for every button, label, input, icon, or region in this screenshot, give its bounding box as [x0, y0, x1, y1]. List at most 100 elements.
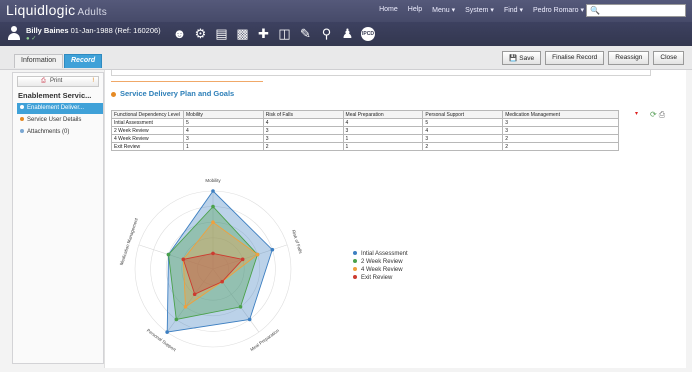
data-point — [181, 257, 186, 262]
search-input[interactable]: 🔍 — [586, 4, 686, 17]
patient-toolbar: ☻ ⚙ ▤ ▩ ✚ ◫ ✎ ⚲ ♟ IPCD — [172, 26, 375, 41]
sidebar-item-enablement-delivery[interactable]: Enablement Deliver... — [17, 103, 103, 114]
nav-user-menu[interactable]: Pedro Romaro ▾ — [533, 6, 584, 14]
table-cell: 3 — [262, 134, 344, 143]
save-button[interactable]: 💾 Save — [502, 51, 542, 65]
section-title: Service Delivery Plan and Goals — [111, 89, 234, 98]
data-point — [220, 279, 224, 284]
table-cell: 2 — [502, 134, 619, 143]
table-cell: 3 — [262, 126, 344, 135]
refresh-icon[interactable]: ⟳ — [650, 110, 657, 119]
data-point — [183, 305, 188, 309]
ipcd-badge-icon[interactable]: IPCD — [361, 27, 375, 41]
tab-row: Information Record 💾 Save Finalise Recor… — [0, 46, 692, 70]
table-cell: 1 — [342, 134, 424, 143]
table-cell: 3 — [342, 126, 424, 135]
plus-icon[interactable]: ✚ — [256, 26, 271, 41]
tab-record[interactable]: Record — [64, 54, 103, 68]
table-cell: 3 — [502, 118, 619, 127]
data-point — [240, 257, 245, 262]
bullet-icon — [20, 105, 24, 110]
legend-item: 4 Week Review — [353, 266, 408, 274]
table-cell: 3 — [502, 126, 619, 135]
reassign-button[interactable]: Reassign — [608, 51, 650, 65]
axis-label: Mobility — [205, 178, 221, 183]
table-header-row: Functional Dependency Level Mobility Risk … — [111, 110, 619, 119]
table-cell: Intial Assessment — [111, 118, 184, 127]
app-window: Liquidlogic Adults Home Help Menu ▾ Syste… — [0, 0, 692, 372]
table-cell: 4 — [422, 126, 504, 135]
main-content: Service Delivery Plan and Goals ▾ ⟳ ⎙ Fun… — [104, 70, 686, 368]
table-row: Intial Assessment 5 4 4 5 3 — [111, 118, 619, 127]
legend-item: Intial Assessment — [353, 250, 408, 258]
nav-find[interactable]: Find ▾ — [504, 6, 523, 14]
close-button[interactable]: Close — [653, 51, 684, 65]
nav-system[interactable]: System ▾ — [465, 6, 494, 14]
app-logo: Liquidlogic Adults — [6, 2, 107, 18]
column-header: Meal Preparation — [342, 110, 424, 119]
person-icon — [8, 26, 20, 41]
nav-menu[interactable]: Menu ▾ — [432, 6, 455, 14]
nav-help[interactable]: Help — [408, 6, 422, 14]
legend-label: 4 Week Review — [361, 267, 403, 273]
gear-icon[interactable]: ⚙ — [193, 26, 208, 41]
finalise-record-button[interactable]: Finalise Record — [545, 51, 605, 65]
data-point — [255, 252, 260, 257]
table-cell: 4 Week Review — [111, 134, 184, 143]
legend-item: 2 Week Review — [353, 258, 408, 266]
table-row: Exit Review 1 2 1 2 2 — [111, 142, 619, 151]
data-point — [211, 189, 215, 193]
top-nav: Home Help Menu ▾ System ▾ Find ▾ Pedro R… — [379, 6, 584, 14]
patient-bar: Billy Baines 01-Jan-1988 (Ref: 160206) ●… — [0, 22, 692, 46]
nav-home[interactable]: Home — [379, 6, 398, 14]
group-icon[interactable]: ♟ — [340, 26, 355, 41]
table-cell: 3 — [182, 134, 264, 143]
table-cell: 2 Week Review — [111, 126, 184, 135]
warning-icon: ! — [92, 78, 94, 84]
legend-marker — [353, 267, 357, 272]
table-cell: 2 — [502, 142, 619, 151]
app-module: Adults — [77, 7, 108, 18]
sidebar-item-service-user-details[interactable]: Service User Details — [17, 115, 103, 126]
bullet-icon — [20, 117, 24, 122]
dependency-table: Functional Dependency Level Mobility Risk … — [111, 110, 619, 151]
tab-information[interactable]: Information — [14, 54, 64, 68]
documents-icon[interactable]: ◫ — [277, 26, 292, 41]
legend-label: Intial Assessment — [361, 251, 408, 257]
column-header: Personal Support — [422, 110, 504, 119]
document-icon[interactable]: ▩ — [235, 26, 250, 41]
table-row: 2 Week Review 4 3 3 4 3 — [111, 126, 619, 135]
table-cell: 2 — [422, 142, 504, 151]
app-name: Liquidlogic — [6, 2, 76, 18]
print-icon[interactable]: ⎙ — [659, 110, 665, 119]
export-tools: ⟳ ⎙ — [650, 110, 667, 120]
legend-marker — [353, 251, 357, 256]
table-cell: 3 — [422, 134, 504, 143]
print-button[interactable]: ⎙ Print ! — [17, 76, 99, 87]
data-point — [174, 317, 179, 322]
patient-name: Billy Baines — [26, 26, 69, 35]
data-point — [211, 220, 215, 224]
sidebar: ⎙ Print ! Enablement Servic... Enablemen… — [12, 72, 104, 364]
data-point — [211, 204, 215, 209]
save-icon: 💾 — [509, 55, 518, 62]
table-cell: 1 — [342, 142, 424, 151]
patient-details: 01-Jan-1988 (Ref: 160206) — [70, 26, 161, 35]
table-cell: 4 — [182, 126, 264, 135]
legend-marker — [353, 275, 357, 280]
column-header: Functional Dependency Level — [111, 110, 184, 119]
top-bar: Liquidlogic Adults Home Help Menu ▾ Syste… — [0, 0, 692, 22]
required-marker-icon: ▾ — [635, 111, 639, 117]
content-frame — [111, 70, 651, 76]
edit-icon[interactable]: ✎ — [298, 26, 313, 41]
search-records-icon[interactable]: ⚲ — [319, 26, 334, 41]
book-icon[interactable]: ▤ — [214, 26, 229, 41]
person-add-icon[interactable]: ☻ — [172, 26, 187, 41]
data-point — [247, 317, 252, 322]
column-header: Risk of Falls — [262, 110, 344, 119]
sidebar-item-attachments[interactable]: Attachments (0) — [17, 127, 103, 138]
patient-header: Billy Baines 01-Jan-1988 (Ref: 160206) — [26, 26, 161, 35]
table-cell: 5 — [182, 118, 264, 127]
print-icon: ⎙ — [41, 78, 46, 84]
divider — [111, 81, 263, 82]
